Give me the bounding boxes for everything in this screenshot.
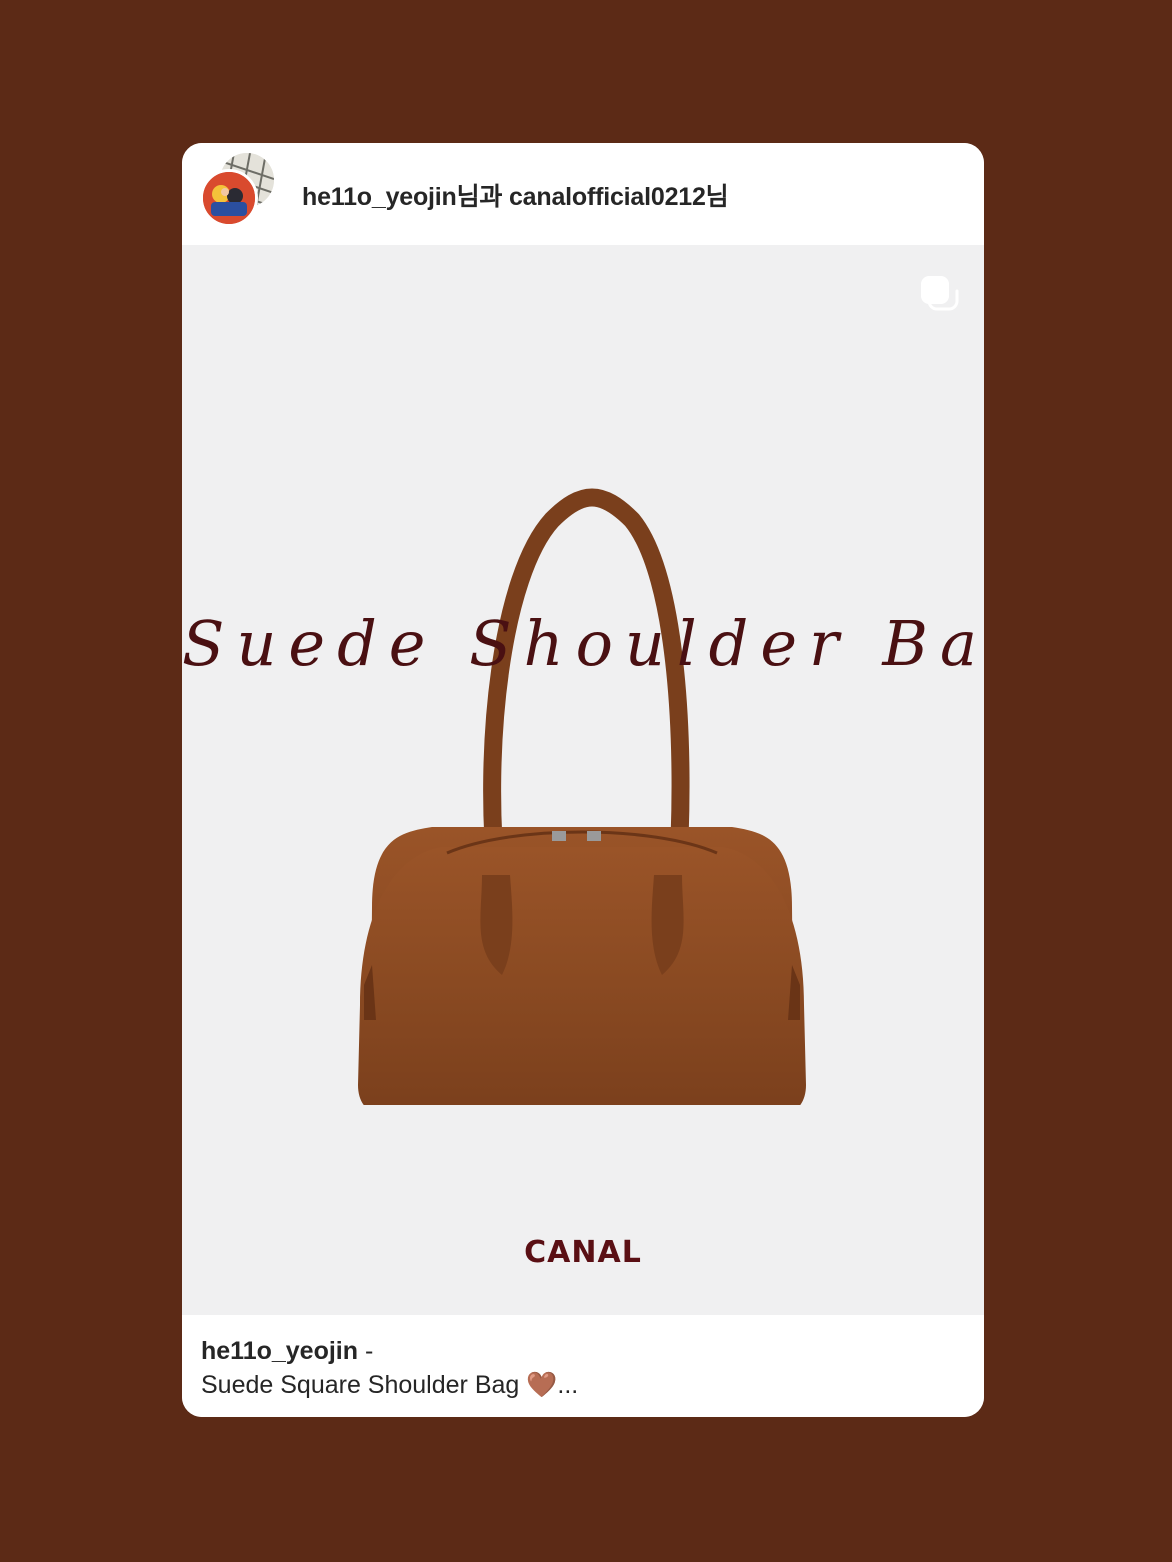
script-title: Suede Shoulder Bag xyxy=(182,607,984,680)
post-footer[interactable]: he11o_yeojin - Suede Square Shoulder Bag… xyxy=(182,1315,984,1417)
carousel-icon xyxy=(916,271,960,315)
footer-username[interactable]: he11o_yeojin - xyxy=(201,1337,373,1366)
story-card[interactable]: he11o_yeojin님과 canalofficial0212님 Suede … xyxy=(182,143,984,1417)
post-header: he11o_yeojin님과 canalofficial0212님 xyxy=(182,143,984,245)
avatar-group[interactable] xyxy=(200,153,280,233)
bag-illustration xyxy=(358,488,806,1105)
avatar-he11o-yeojin[interactable] xyxy=(200,169,258,227)
brand-logo: CANAL xyxy=(524,1235,642,1270)
post-caption: Suede Square Shoulder Bag 🤎... xyxy=(201,1371,579,1399)
footer-username-text[interactable]: he11o_yeojin xyxy=(201,1337,358,1365)
footer-dash: - xyxy=(358,1337,374,1365)
tagged-users-text[interactable]: he11o_yeojin님과 canalofficial0212님 xyxy=(302,177,729,213)
post-image[interactable]: Suede Shoulder Bag CANAL xyxy=(182,245,984,1315)
